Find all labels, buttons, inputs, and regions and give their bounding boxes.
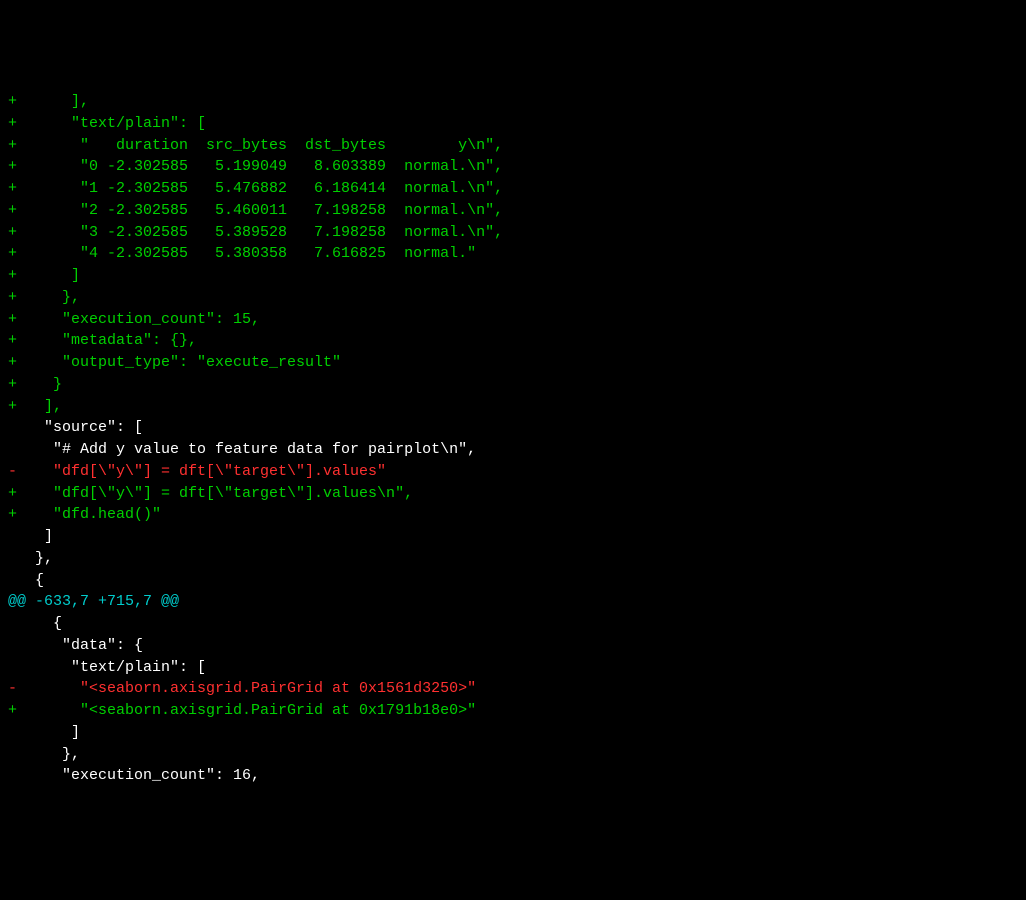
diff-line-added: + "0 -2.302585 5.199049 8.603389 normal.…	[8, 156, 1018, 178]
diff-line-added: + "execution_count": 15,	[8, 309, 1018, 331]
diff-line-added: + "metadata": {},	[8, 330, 1018, 352]
diff-line-added: + ],	[8, 396, 1018, 418]
diff-line-context: },	[8, 548, 1018, 570]
diff-line-added: + ]	[8, 265, 1018, 287]
diff-line-added: + "<seaborn.axisgrid.PairGrid at 0x1791b…	[8, 700, 1018, 722]
diff-line-added: + }	[8, 374, 1018, 396]
diff-line-added: + "4 -2.302585 5.380358 7.616825 normal.…	[8, 243, 1018, 265]
diff-line-added: + },	[8, 287, 1018, 309]
diff-line-added: + "dfd[\"y\"] = dft[\"target\"].values\n…	[8, 483, 1018, 505]
diff-line-added: + "dfd.head()"	[8, 504, 1018, 526]
diff-line-context: "source": [	[8, 417, 1018, 439]
diff-line-hunk: @@ -633,7 +715,7 @@	[8, 591, 1018, 613]
diff-line-removed: - "dfd[\"y\"] = dft[\"target\"].values"	[8, 461, 1018, 483]
diff-line-context: "text/plain": [	[8, 657, 1018, 679]
diff-line-added: + "2 -2.302585 5.460011 7.198258 normal.…	[8, 200, 1018, 222]
diff-line-added: + "text/plain": [	[8, 113, 1018, 135]
diff-line-context: ]	[8, 722, 1018, 744]
diff-line-removed: - "<seaborn.axisgrid.PairGrid at 0x1561d…	[8, 678, 1018, 700]
diff-line-context: {	[8, 570, 1018, 592]
diff-line-context: },	[8, 744, 1018, 766]
diff-line-context: {	[8, 613, 1018, 635]
diff-line-context: ]	[8, 526, 1018, 548]
diff-line-context: "data": {	[8, 635, 1018, 657]
diff-line-context: "# Add y value to feature data for pairp…	[8, 439, 1018, 461]
diff-line-added: + " duration src_bytes dst_bytes y\n",	[8, 135, 1018, 157]
diff-line-added: + "3 -2.302585 5.389528 7.198258 normal.…	[8, 222, 1018, 244]
diff-line-added: + "output_type": "execute_result"	[8, 352, 1018, 374]
diff-line-context: "execution_count": 16,	[8, 765, 1018, 787]
diff-line-added: + "1 -2.302585 5.476882 6.186414 normal.…	[8, 178, 1018, 200]
diff-output: + ],+ "text/plain": [+ " duration src_by…	[8, 91, 1018, 787]
diff-line-added: + ],	[8, 91, 1018, 113]
